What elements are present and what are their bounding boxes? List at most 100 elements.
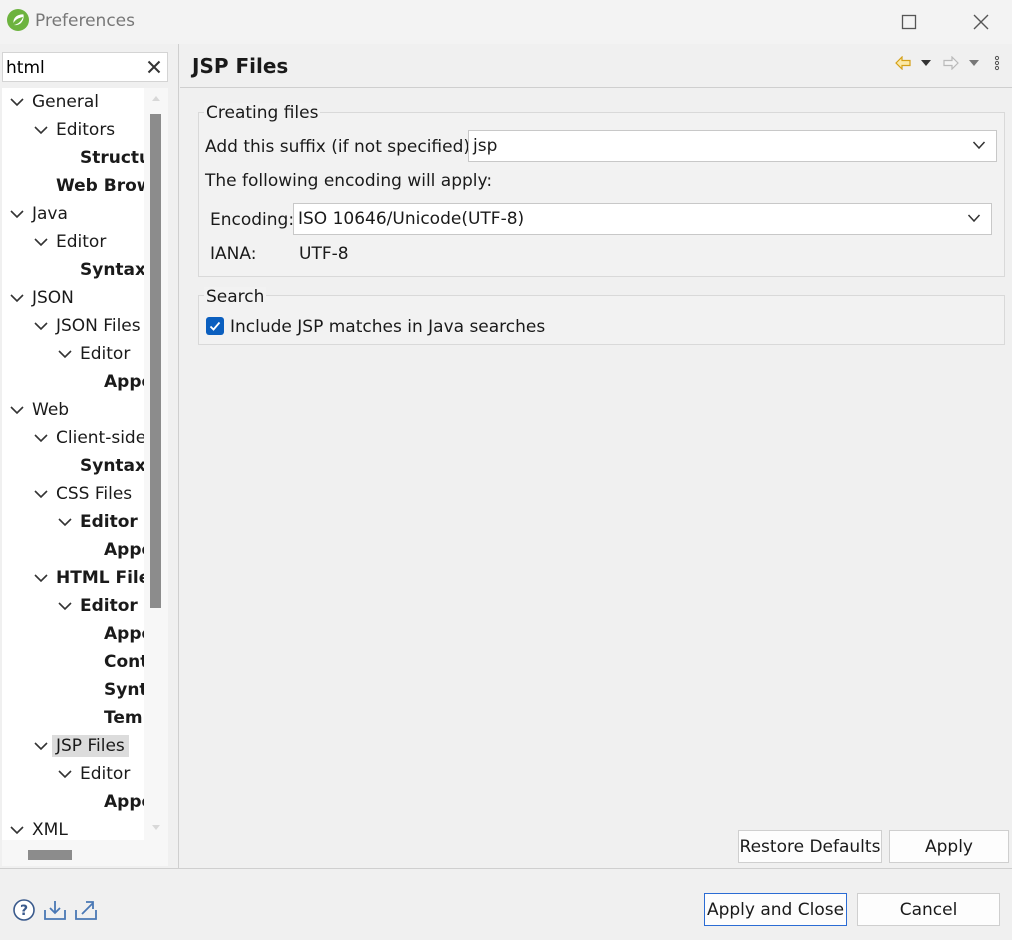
- close-button[interactable]: [958, 6, 1004, 38]
- clear-filter-button[interactable]: [143, 56, 165, 78]
- forward-history-dropdown-icon[interactable]: [968, 59, 980, 67]
- tree-item[interactable]: Client-side: [32, 424, 144, 452]
- tree-expand-chevron-icon[interactable]: [32, 485, 50, 503]
- apply-button[interactable]: Apply: [889, 830, 1009, 863]
- tree-item[interactable]: Syntax: [56, 452, 144, 480]
- export-icon[interactable]: [74, 898, 98, 922]
- tree-item[interactable]: Appe: [80, 788, 144, 816]
- tree-spacer: [80, 625, 98, 643]
- tree-item-label: JSON Files: [56, 316, 141, 336]
- cancel-button[interactable]: Cancel: [857, 893, 1000, 926]
- tree-item[interactable]: JSON Files: [32, 312, 141, 340]
- tree-item-label: Java: [32, 204, 68, 224]
- tree-expand-chevron-icon[interactable]: [8, 821, 26, 839]
- tree-item[interactable]: Appe: [80, 536, 144, 564]
- scroll-down-icon: [152, 825, 160, 830]
- tree-item[interactable]: Appe: [80, 368, 144, 396]
- tree-item[interactable]: Web Brow: [32, 172, 144, 200]
- apply-and-close-button[interactable]: Apply and Close: [704, 893, 847, 926]
- tree-item[interactable]: Cont: [80, 648, 144, 676]
- tree-horizontal-scrollbar[interactable]: [2, 840, 168, 866]
- suffix-label: Add this suffix (if not specified):: [205, 137, 476, 157]
- tree-item-label: JSON: [32, 288, 74, 308]
- restore-defaults-button[interactable]: Restore Defaults: [738, 830, 882, 863]
- tree-item-label: Editor: [80, 764, 131, 784]
- view-menu-icon[interactable]: [994, 55, 1000, 71]
- tree-item[interactable]: CSS Files: [32, 480, 132, 508]
- tree-horizontal-scroll-thumb[interactable]: [28, 850, 72, 860]
- tree-item[interactable]: Editor: [32, 228, 106, 256]
- tree-expand-chevron-icon[interactable]: [56, 765, 74, 783]
- tree-item-label: Appe: [104, 540, 144, 560]
- maximize-button[interactable]: [886, 6, 932, 38]
- minimize-button[interactable]: [818, 6, 864, 38]
- tree-expand-chevron-icon[interactable]: [32, 737, 50, 755]
- tree-expand-chevron-icon[interactable]: [56, 597, 74, 615]
- tree-item[interactable]: Java: [8, 200, 68, 228]
- tree-item[interactable]: Web: [8, 396, 69, 424]
- help-icon[interactable]: ?: [12, 898, 36, 922]
- include-jsp-checkbox[interactable]: [206, 317, 224, 335]
- tree-expand-chevron-icon[interactable]: [32, 569, 50, 587]
- tree-item[interactable]: XML: [8, 816, 68, 840]
- tree-item-label: Syntax: [80, 260, 144, 280]
- forward-arrow-icon[interactable]: [943, 56, 959, 70]
- tree-item[interactable]: Temp: [80, 704, 144, 732]
- tree-item[interactable]: Editor: [56, 508, 138, 536]
- tree-item-label: Cont: [104, 652, 144, 672]
- tree-item[interactable]: Appe: [80, 620, 144, 648]
- panel-divider[interactable]: [178, 44, 179, 868]
- tree-item-label: Editors: [56, 120, 116, 140]
- suffix-combo[interactable]: jsp: [468, 130, 997, 162]
- iana-value: UTF-8: [299, 244, 349, 264]
- tree-expand-chevron-icon[interactable]: [32, 121, 50, 139]
- tree-item[interactable]: Editor: [56, 340, 130, 368]
- tree-item-label: XML: [32, 820, 68, 840]
- tree-expand-chevron-icon[interactable]: [8, 401, 26, 419]
- tree-spacer: [56, 261, 74, 279]
- footer-separator: [0, 868, 1012, 869]
- tree-item[interactable]: Synt: [80, 676, 144, 704]
- back-arrow-icon[interactable]: [895, 56, 911, 70]
- tree-item[interactable]: JSP Files: [32, 732, 129, 760]
- include-jsp-label[interactable]: Include JSP matches in Java searches: [230, 317, 545, 337]
- maximize-icon: [901, 14, 917, 30]
- tree-expand-chevron-icon[interactable]: [32, 429, 50, 447]
- tree-expand-chevron-icon[interactable]: [56, 345, 74, 363]
- tree-item[interactable]: Structu: [56, 144, 144, 172]
- tree-expand-chevron-icon[interactable]: [8, 205, 26, 223]
- tree-item-label: General: [32, 92, 99, 112]
- encoding-intro-label: The following encoding will apply:: [205, 171, 493, 191]
- tree-spacer: [80, 653, 98, 671]
- tree-item-label: JSP Files: [52, 735, 129, 757]
- tree-spacer: [80, 709, 98, 727]
- tree-item[interactable]: Syntax: [56, 256, 144, 284]
- back-history-dropdown-icon[interactable]: [920, 59, 932, 67]
- tree-vertical-scroll-thumb[interactable]: [150, 114, 161, 608]
- tree-item-label: Appe: [104, 792, 144, 812]
- tree-expand-chevron-icon[interactable]: [32, 317, 50, 335]
- tree-item[interactable]: Editors: [32, 116, 115, 144]
- tree-spacer: [80, 373, 98, 391]
- minimize-icon: [835, 21, 847, 23]
- creating-files-title: Creating files: [204, 103, 321, 123]
- tree-item[interactable]: Editor: [56, 592, 138, 620]
- tree-item[interactable]: HTML Files: [32, 564, 144, 592]
- tree-expand-chevron-icon[interactable]: [32, 233, 50, 251]
- tree-spacer: [56, 149, 74, 167]
- tree-expand-chevron-icon[interactable]: [8, 289, 26, 307]
- encoding-combo[interactable]: ISO 10646/Unicode(UTF-8): [293, 203, 992, 235]
- suffix-value: jsp: [473, 136, 498, 156]
- import-icon[interactable]: [43, 898, 67, 922]
- spring-logo-icon: [7, 9, 29, 31]
- tree-item[interactable]: JSON: [8, 284, 74, 312]
- chevron-down-icon: [972, 141, 986, 150]
- tree-item-label: Temp: [104, 708, 144, 728]
- tree-item[interactable]: General: [8, 88, 99, 116]
- tree-expand-chevron-icon[interactable]: [8, 93, 26, 111]
- tree-item-label: Structu: [80, 148, 144, 168]
- tree-item[interactable]: Editor: [56, 760, 130, 788]
- preferences-tree: General Editors Structu Web Brow Java Editor S…: [2, 88, 144, 840]
- tree-expand-chevron-icon[interactable]: [56, 513, 74, 531]
- filter-input[interactable]: [6, 56, 134, 80]
